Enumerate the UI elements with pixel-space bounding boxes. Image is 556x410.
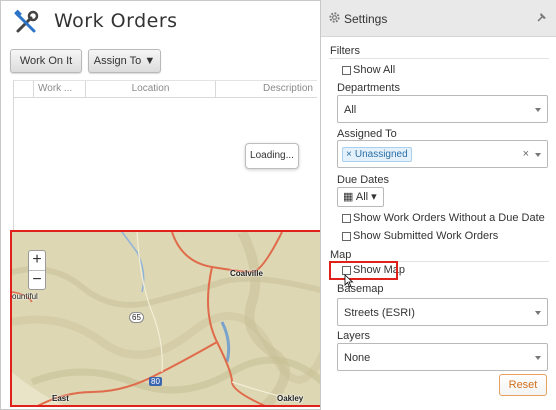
assign-to-button[interactable]: Assign To ▼ bbox=[88, 49, 161, 73]
clear-selection-icon[interactable]: × bbox=[523, 148, 529, 160]
departments-label: Departments bbox=[337, 82, 400, 94]
work-orders-pane: Work Orders Work On It Assign To ▼ Work … bbox=[0, 0, 326, 410]
layers-value: None bbox=[344, 352, 371, 364]
zoom-control: + − bbox=[28, 250, 46, 290]
show-map-highlight bbox=[329, 261, 398, 280]
table-header: Work ... Location Description bbox=[14, 80, 317, 98]
map-label-bountiful: ountiful bbox=[12, 292, 38, 301]
map-label-oakley: Oakley bbox=[277, 394, 304, 403]
map-view[interactable]: + − Coalville ountiful Oakley East 65 80 bbox=[10, 230, 326, 407]
assigned-to-select[interactable]: × Unassigned × bbox=[337, 140, 548, 168]
caret-down-icon: ▾ bbox=[371, 191, 377, 203]
page-title: Work Orders bbox=[54, 10, 178, 32]
basemap-value: Streets (ESRI) bbox=[344, 307, 415, 319]
show-all-label: Show All bbox=[353, 64, 396, 76]
settings-header: Settings bbox=[321, 0, 556, 37]
filters-section-label: Filters bbox=[330, 45, 360, 57]
map-label-coalville: Coalville bbox=[230, 269, 263, 278]
column-header-work[interactable]: Work ... bbox=[34, 81, 86, 97]
due-dates-label: Due Dates bbox=[337, 174, 389, 186]
layers-select[interactable]: None bbox=[337, 343, 548, 371]
show-all-checkbox[interactable] bbox=[342, 66, 351, 75]
assigned-tag: × Unassigned bbox=[342, 147, 412, 162]
header: Work Orders bbox=[0, 0, 320, 44]
work-on-it-button[interactable]: Work On It bbox=[10, 49, 82, 73]
basemap-select[interactable]: Streets (ESRI) bbox=[337, 298, 548, 326]
route-65-shield: 65 bbox=[129, 312, 144, 323]
assigned-tag-label: Unassigned bbox=[354, 149, 408, 160]
show-without-due-checkbox[interactable] bbox=[342, 214, 351, 223]
show-submitted-checkbox[interactable] bbox=[342, 232, 351, 241]
loading-indicator: Loading... bbox=[245, 143, 299, 169]
tools-icon bbox=[14, 9, 39, 33]
show-without-due-label: Show Work Orders Without a Due Date bbox=[353, 212, 545, 224]
chevron-down-icon bbox=[535, 311, 541, 315]
pin-icon[interactable] bbox=[535, 10, 549, 24]
zoom-out-button[interactable]: − bbox=[29, 271, 45, 290]
select-column-header[interactable] bbox=[14, 81, 34, 97]
tag-remove-icon[interactable]: × bbox=[346, 149, 352, 160]
settings-title: Settings bbox=[344, 12, 388, 26]
map-section-label: Map bbox=[330, 249, 352, 261]
calendar-icon: ▦ bbox=[343, 191, 354, 203]
gear-icon bbox=[329, 12, 340, 23]
chevron-down-icon bbox=[535, 108, 541, 112]
layers-label: Layers bbox=[337, 330, 371, 342]
chevron-down-icon bbox=[535, 153, 541, 157]
column-header-description[interactable]: Description bbox=[216, 81, 317, 97]
zoom-in-button[interactable]: + bbox=[29, 251, 45, 271]
map-label-east: East bbox=[52, 394, 69, 403]
chevron-down-icon bbox=[535, 356, 541, 360]
route-80-shield: 80 bbox=[149, 377, 162, 386]
map-terrain bbox=[12, 232, 324, 405]
mouse-cursor-icon bbox=[344, 274, 354, 288]
column-header-location[interactable]: Location bbox=[86, 81, 216, 97]
departments-value: All bbox=[344, 104, 357, 116]
divider bbox=[329, 58, 549, 59]
departments-select[interactable]: All bbox=[337, 95, 548, 123]
due-dates-value: All bbox=[355, 191, 369, 203]
reset-button[interactable]: Reset bbox=[499, 374, 547, 396]
show-submitted-label: Show Submitted Work Orders bbox=[353, 230, 499, 242]
assigned-to-label: Assigned To bbox=[337, 128, 397, 140]
settings-panel: Settings Filters Show All Departments Al… bbox=[320, 0, 556, 410]
due-dates-dropdown[interactable]: ▦ All ▾ bbox=[337, 187, 384, 207]
